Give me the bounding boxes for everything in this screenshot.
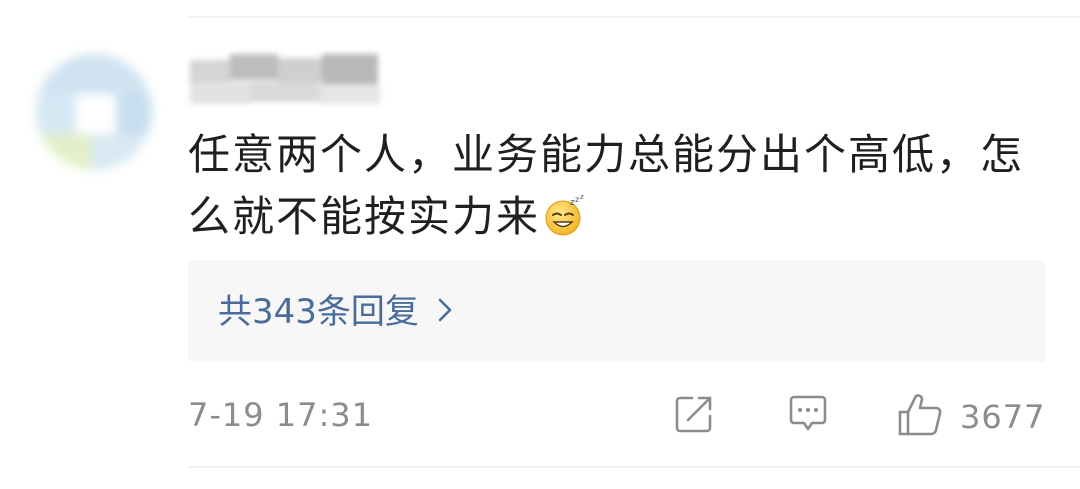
avatar[interactable] bbox=[36, 54, 152, 170]
svg-text:z: z bbox=[580, 195, 586, 201]
share-icon bbox=[672, 396, 716, 440]
replies-box[interactable]: 共343条回复 bbox=[188, 260, 1046, 362]
timestamp: 7-19 17:31 bbox=[188, 396, 374, 434]
comment-card: 任意两个人，业务能力总能分出个高低，怎 么就不能按实力来 z z z 共343条… bbox=[0, 0, 1080, 489]
like-button[interactable]: 3677 bbox=[896, 392, 1045, 442]
comment-text: 任意两个人，业务能力总能分出个高低，怎 么就不能按实力来 z z z bbox=[188, 124, 1048, 254]
chevron-right-icon bbox=[437, 290, 453, 334]
bottom-divider bbox=[188, 466, 1080, 468]
thumbs-up-icon bbox=[896, 392, 944, 442]
like-count: 3677 bbox=[960, 398, 1046, 436]
comment-line-1: 任意两个人，业务能力总能分出个高低，怎 bbox=[188, 130, 1025, 179]
comment-button[interactable] bbox=[786, 392, 830, 440]
username-redacted[interactable] bbox=[190, 54, 390, 106]
view-replies-link[interactable]: 共343条回复 bbox=[218, 290, 453, 334]
sleepy-grin-emoji-icon: z z z bbox=[544, 192, 586, 254]
comment-icon bbox=[786, 395, 830, 440]
comment-line-2: 么就不能按实力来 bbox=[188, 192, 541, 241]
replies-count-label: 共343条回复 bbox=[218, 292, 419, 332]
share-button[interactable] bbox=[672, 392, 716, 440]
top-divider bbox=[188, 16, 1080, 18]
